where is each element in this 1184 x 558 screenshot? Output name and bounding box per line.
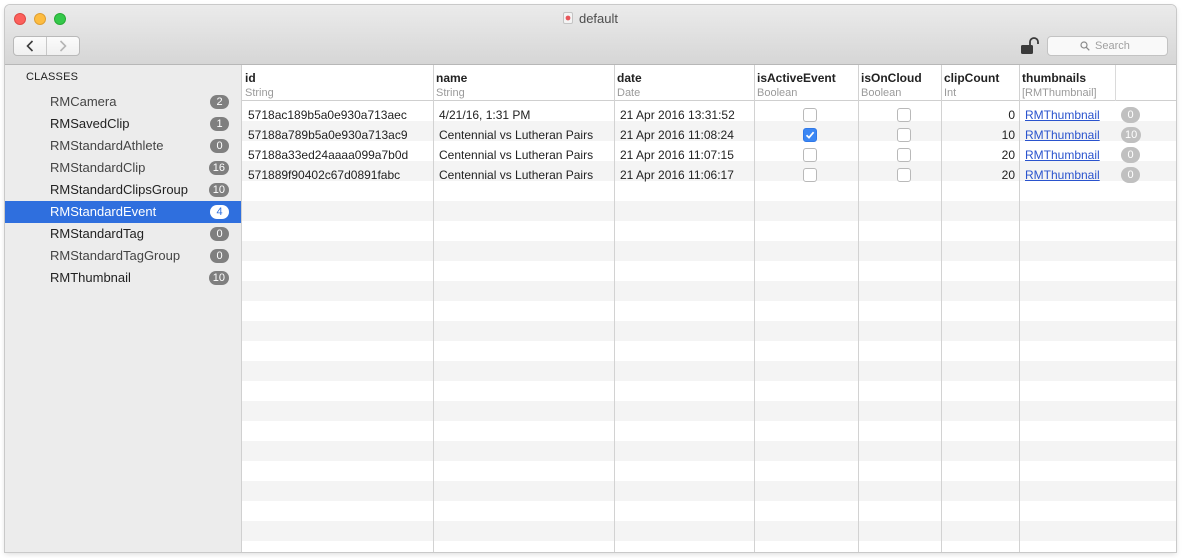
sidebar-item-rmstandardtag[interactable]: RMStandardTag 0 xyxy=(5,223,241,245)
search-field[interactable] xyxy=(1047,36,1168,56)
column-name: thumbnails xyxy=(1022,71,1087,85)
clipcount-cell[interactable]: 20 xyxy=(944,145,1015,165)
date-cell[interactable]: 21 Apr 2016 13:31:52 xyxy=(620,105,752,125)
sidebar-item-label: RMThumbnail xyxy=(50,270,131,285)
count-badge: 1 xyxy=(210,117,229,131)
checkmark-icon xyxy=(805,131,815,139)
back-button[interactable] xyxy=(14,37,46,55)
isactiveevent-checkbox[interactable] xyxy=(803,168,817,182)
sidebar-item-rmstandardathlete[interactable]: RMStandardAthlete 0 xyxy=(5,135,241,157)
isactiveevent-checkbox[interactable] xyxy=(803,128,817,142)
thumbnails-count-badge: 0 xyxy=(1121,107,1140,123)
sidebar-item-label: RMStandardAthlete xyxy=(50,138,164,153)
column-type: Boolean xyxy=(757,87,798,99)
column-type: String xyxy=(436,87,465,99)
clipcount-cell[interactable]: 0 xyxy=(944,105,1015,125)
column-type: Date xyxy=(617,87,641,99)
id-cell[interactable]: 57188a33ed24aaaa099a7b0d xyxy=(248,145,430,165)
id-cell[interactable]: 571889f90402c67d0891fabc xyxy=(248,165,430,185)
thumbnails-link[interactable]: RMThumbnail xyxy=(1025,125,1107,145)
name-cell[interactable]: Centennial vs Lutheran Pairs xyxy=(439,125,611,145)
count-badge: 0 xyxy=(210,139,229,153)
table-row[interactable]: 5718ac189b5a0e930a713aec 4/21/16, 1:31 P… xyxy=(242,105,1176,125)
class-list: RMCamera 2 RMSavedClip 1 RMStandardAthle… xyxy=(5,91,241,289)
sidebar-item-label: RMStandardTag xyxy=(50,226,144,241)
thumbnails-link[interactable]: RMThumbnail xyxy=(1025,165,1107,185)
realm-file-icon xyxy=(562,12,573,24)
date-cell[interactable]: 21 Apr 2016 11:06:17 xyxy=(620,165,752,185)
column-name: name xyxy=(436,71,468,85)
unlock-icon[interactable] xyxy=(1019,37,1041,55)
date-cell[interactable]: 21 Apr 2016 11:07:15 xyxy=(620,145,752,165)
clipcount-cell[interactable]: 20 xyxy=(944,165,1015,185)
sidebar-item-label: RMCamera xyxy=(50,94,117,109)
search-icon xyxy=(1080,41,1090,51)
title-bar: default xyxy=(5,5,1176,65)
isoncloud-checkbox[interactable] xyxy=(897,148,911,162)
chevron-right-icon xyxy=(59,40,67,52)
column-type: String xyxy=(245,87,274,99)
id-cell[interactable]: 5718ac189b5a0e930a713aec xyxy=(248,105,430,125)
isactiveevent-checkbox[interactable] xyxy=(803,148,817,162)
name-cell[interactable]: Centennial vs Lutheran Pairs xyxy=(439,145,611,165)
sidebar-item-label: RMStandardClipsGroup xyxy=(50,182,189,197)
column-name: date xyxy=(617,71,642,85)
isoncloud-checkbox[interactable] xyxy=(897,168,911,182)
sidebar-item-label: RMSavedClip xyxy=(50,116,130,131)
thumbnails-count-badge: 0 xyxy=(1121,167,1140,183)
sidebar-item-label: RMStandardClip xyxy=(50,160,146,175)
thumbnails-count-badge: 10 xyxy=(1121,127,1142,143)
app-window: default CLASSES RMCamera 2 xyxy=(5,5,1176,552)
sidebar-item-rmsavedclip[interactable]: RMSavedClip 1 xyxy=(5,113,241,135)
count-badge: 16 xyxy=(208,161,229,175)
sidebar-item-label: RMStandardTagGroup xyxy=(50,248,181,263)
table-row[interactable]: 57188a789b5a0e930a713ac9 Centennial vs L… xyxy=(242,125,1176,145)
navigation-buttons xyxy=(13,36,80,56)
classes-sidebar: CLASSES RMCamera 2 RMSavedClip 1 RMStand… xyxy=(5,65,242,552)
column-name: id xyxy=(245,71,256,85)
sidebar-header: CLASSES xyxy=(26,71,79,83)
column-type: [RMThumbnail] xyxy=(1022,87,1097,99)
thumbnails-link[interactable]: RMThumbnail xyxy=(1025,105,1107,125)
sidebar-item-rmstandardclipsgroup[interactable]: RMStandardClipsGroup 10 xyxy=(5,179,241,201)
sidebar-item-rmcamera[interactable]: RMCamera 2 xyxy=(5,91,241,113)
isactiveevent-checkbox[interactable] xyxy=(803,108,817,122)
table-row[interactable]: 57188a33ed24aaaa099a7b0d Centennial vs L… xyxy=(242,145,1176,165)
column-name: isOnCloud xyxy=(861,71,922,85)
sidebar-item-rmthumbnail[interactable]: RMThumbnail 10 xyxy=(5,267,241,289)
column-name: isActiveEvent xyxy=(757,71,836,85)
search-input[interactable] xyxy=(1095,40,1135,52)
column-divider[interactable] xyxy=(1115,65,1116,101)
clipcount-cell[interactable]: 10 xyxy=(944,125,1015,145)
column-type: Int xyxy=(944,87,957,99)
date-cell[interactable]: 21 Apr 2016 11:08:24 xyxy=(620,125,752,145)
count-badge: 4 xyxy=(210,205,229,219)
window-title: default xyxy=(578,11,619,26)
count-badge: 10 xyxy=(208,183,229,197)
forward-button[interactable] xyxy=(46,37,79,55)
thumbnails-link[interactable]: RMThumbnail xyxy=(1025,145,1107,165)
thumbnails-count-badge: 0 xyxy=(1121,147,1140,163)
window-title-area: default xyxy=(5,11,1176,27)
count-badge: 2 xyxy=(210,95,229,109)
table-row[interactable]: 571889f90402c67d0891fabc Centennial vs L… xyxy=(242,165,1176,185)
column-type: Boolean xyxy=(861,87,902,99)
name-cell[interactable]: 4/21/16, 1:31 PM xyxy=(439,105,611,125)
count-badge: 10 xyxy=(208,271,229,285)
objects-table: id String name String date Date isActive… xyxy=(242,65,1176,552)
count-badge: 0 xyxy=(210,227,229,241)
chevron-left-icon xyxy=(26,40,34,52)
sidebar-item-label: RMStandardEvent xyxy=(50,204,157,219)
isoncloud-checkbox[interactable] xyxy=(897,128,911,142)
id-cell[interactable]: 57188a789b5a0e930a713ac9 xyxy=(248,125,430,145)
sidebar-item-rmstandardtaggroup[interactable]: RMStandardTagGroup 0 xyxy=(5,245,241,267)
sidebar-item-rmstandardclip[interactable]: RMStandardClip 16 xyxy=(5,157,241,179)
name-cell[interactable]: Centennial vs Lutheran Pairs xyxy=(439,165,611,185)
sidebar-item-rmstandardevent[interactable]: RMStandardEvent 4 xyxy=(5,201,241,223)
column-name: clipCount xyxy=(944,71,1000,85)
count-badge: 0 xyxy=(210,249,229,263)
isoncloud-checkbox[interactable] xyxy=(897,108,911,122)
